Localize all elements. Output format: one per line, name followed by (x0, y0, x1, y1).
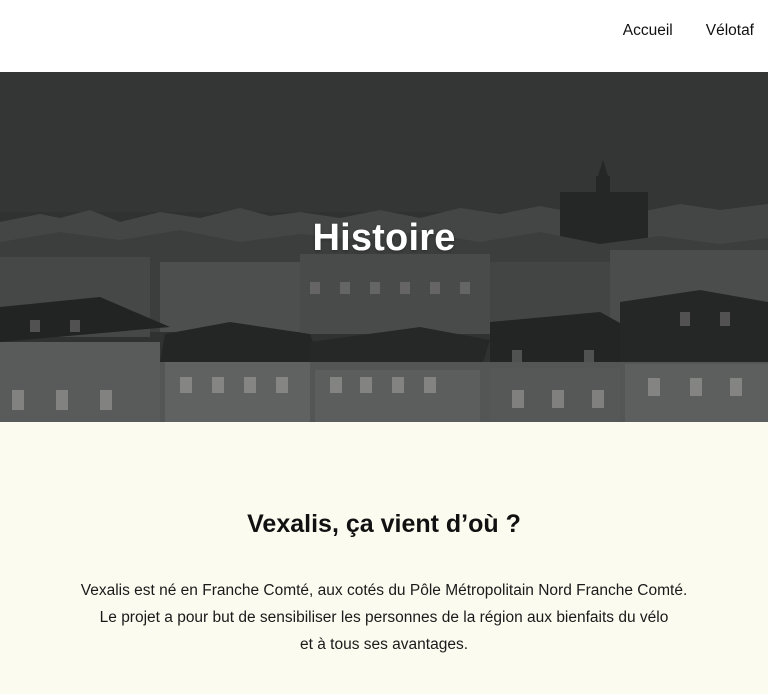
history-section: Vexalis, ça vient d’où ? Vexalis est né … (0, 422, 768, 694)
paragraph-line: Vexalis est né en Franche Comté, aux cot… (80, 582, 688, 599)
nav-link-velotaf[interactable]: Vélotaf (706, 22, 754, 40)
section-title: Vexalis, ça vient d’où ? (247, 510, 521, 538)
nav-link-accueil[interactable]: Accueil (623, 22, 673, 40)
paragraph-line: Le projet a pour but de sensibiliser les… (99, 609, 669, 626)
main-nav: Accueil Vélotaf (623, 22, 754, 40)
site-header: Accueil Vélotaf (0, 0, 768, 72)
section-paragraph: Vexalis est né en Franche Comté, aux cot… (0, 577, 768, 658)
paragraph-line: et à tous ses avantages. (299, 636, 469, 653)
hero-title: Histoire (312, 217, 456, 259)
hero-banner: Histoire (0, 72, 768, 422)
